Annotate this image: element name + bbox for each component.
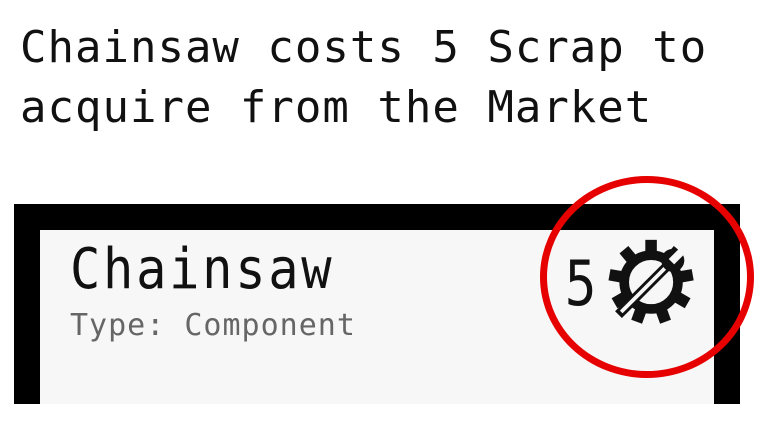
card-title: Chainsaw bbox=[70, 237, 335, 302]
highlight-circle bbox=[540, 176, 754, 378]
card-type: Type: Component bbox=[70, 308, 356, 343]
caption-text: Chainsaw costs 5 Scrap to acquire from t… bbox=[20, 22, 708, 133]
